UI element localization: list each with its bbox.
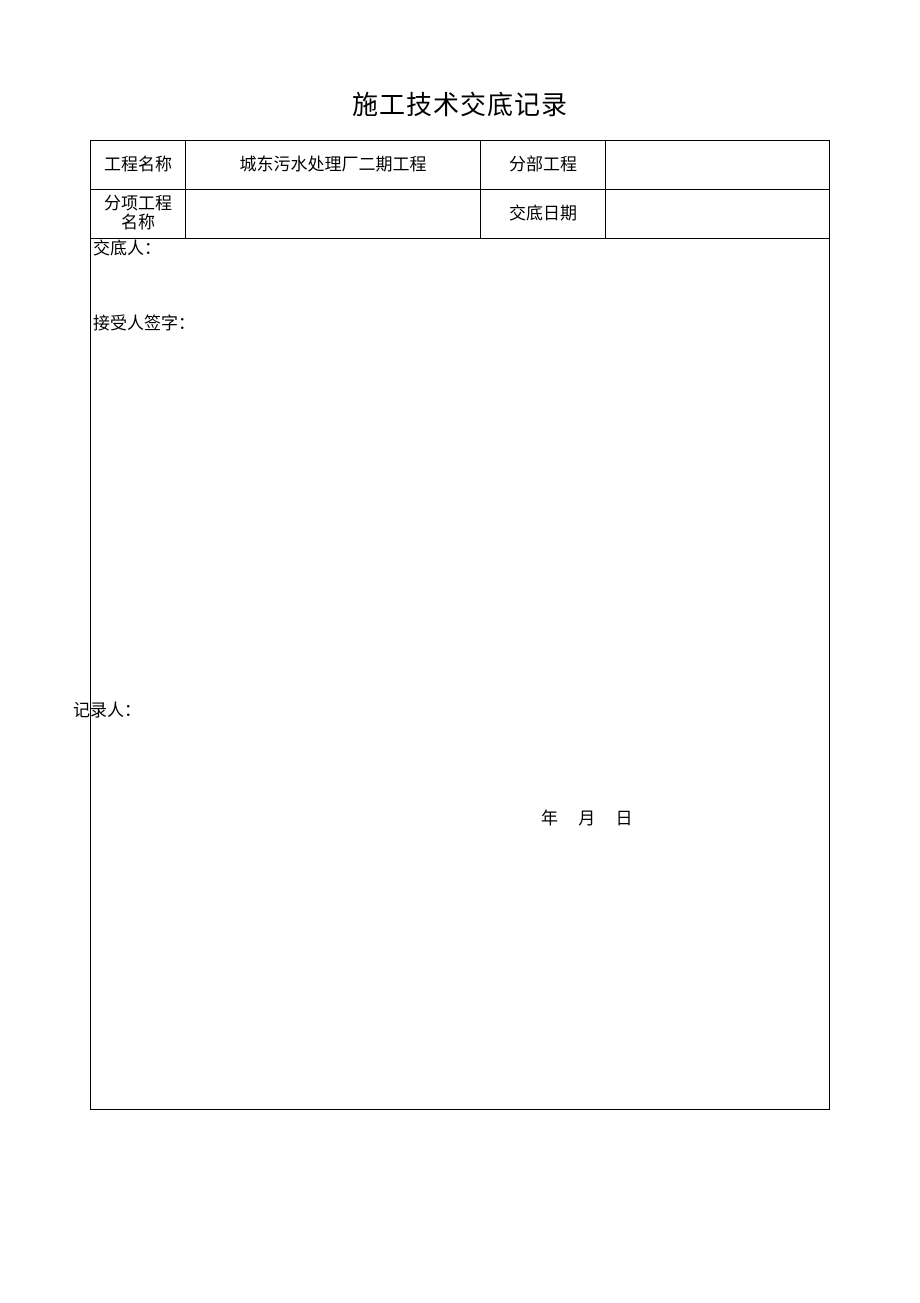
- date-month: 月: [578, 809, 597, 828]
- value-delivery-date[interactable]: [606, 190, 830, 239]
- row-project-name: 工程名称 城东污水处理厂二期工程 分部工程: [91, 141, 830, 190]
- label-itemized-project: 分项工程 名称: [91, 190, 186, 239]
- date-line: 年 月 日: [541, 809, 647, 829]
- date-day: 日: [616, 809, 635, 828]
- label-itemized-project-line2: 名称: [104, 214, 172, 233]
- value-sub-project[interactable]: [606, 141, 830, 190]
- label-itemized-project-line1: 分项工程: [104, 195, 172, 214]
- label-deliver-person: 交底人：: [93, 239, 161, 259]
- value-project-name: 城东污水处理厂二期工程: [186, 141, 481, 190]
- value-itemized-project[interactable]: [186, 190, 481, 239]
- form-table: 工程名称 城东污水处理厂二期工程 分部工程 分项工程 名称 交底日期 交底人： …: [90, 140, 830, 1110]
- date-year: 年: [541, 809, 560, 828]
- row-itemized-project: 分项工程 名称 交底日期: [91, 190, 830, 239]
- row-body: 交底人： 接受人签字： 记录人： 年 月 日: [91, 239, 830, 1110]
- label-receiver-sign: 接受人签字：: [93, 314, 195, 334]
- label-project-name: 工程名称: [91, 141, 186, 190]
- label-sub-project: 分部工程: [481, 141, 606, 190]
- body-cell[interactable]: 交底人： 接受人签字： 记录人： 年 月 日: [91, 239, 830, 1110]
- label-delivery-date: 交底日期: [481, 190, 606, 239]
- label-recorder: 记录人：: [73, 701, 141, 721]
- page-title: 施工技术交底记录: [90, 85, 830, 122]
